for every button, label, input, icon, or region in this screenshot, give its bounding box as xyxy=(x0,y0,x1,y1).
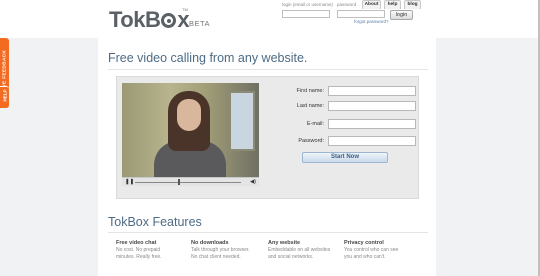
pause-icon[interactable]: ❚❚ xyxy=(125,179,134,185)
logo-eye-icon xyxy=(161,13,177,28)
first-name-input[interactable] xyxy=(328,86,416,96)
feature-description: minutes. Really free. xyxy=(116,254,162,260)
header: TokB x TM BETA login (email or username) … xyxy=(0,0,540,38)
login-button[interactable]: login xyxy=(390,10,413,20)
feature-description: and social networks. xyxy=(268,254,314,260)
logo-text-b: B xyxy=(144,7,161,32)
feature-description: No cost. No prepaid xyxy=(116,247,161,253)
feature-title: No downloads xyxy=(191,240,229,246)
feature-description: Embeddable on all websites xyxy=(268,247,331,253)
logo[interactable]: TokB x xyxy=(109,7,190,33)
feature-title: Free video chat xyxy=(116,240,157,246)
password-field-label: Password: xyxy=(298,138,324,144)
seek-bar[interactable] xyxy=(135,182,241,183)
help-tab-label: HELP xyxy=(2,89,8,102)
password-input[interactable] xyxy=(337,10,385,18)
tab-blog[interactable]: blog xyxy=(404,0,421,9)
feature-item: Free video chat No cost. No prepaid minu… xyxy=(116,240,186,261)
features-title: TokBox Features xyxy=(108,215,202,229)
page-headline: Free video calling from any website. xyxy=(108,51,308,65)
divider xyxy=(108,69,428,70)
feature-title: Privacy control xyxy=(344,240,384,246)
seek-handle[interactable] xyxy=(178,179,181,185)
tab-help[interactable]: help xyxy=(384,0,401,9)
video-frame-person-face xyxy=(177,99,201,131)
email-label: E-mail: xyxy=(306,121,324,127)
last-name-input[interactable] xyxy=(328,101,416,111)
logo-text-tok: Tok xyxy=(109,7,145,32)
features-divider xyxy=(108,232,428,233)
email-input[interactable] xyxy=(328,119,416,129)
feature-description: No chat client needed. xyxy=(191,254,241,260)
demo-video[interactable]: ❚❚ ◀) xyxy=(122,83,259,186)
feature-item: No downloads Talk through your browser. … xyxy=(191,240,261,261)
password-label: password xyxy=(337,2,357,7)
last-name-label: Last name: xyxy=(296,103,324,109)
video-controls: ❚❚ ◀) xyxy=(122,177,259,186)
username-input[interactable] xyxy=(282,10,330,18)
signup-password-input[interactable] xyxy=(328,136,416,146)
forgot-password-link[interactable]: forgot password? xyxy=(354,19,389,24)
username-label: login (email or username) xyxy=(282,2,334,7)
video-frame-window xyxy=(229,91,255,151)
feature-description: you and who can't. xyxy=(344,254,386,260)
trademark-mark: TM xyxy=(182,7,188,12)
tab-about[interactable]: About xyxy=(362,0,381,9)
feature-item: Privacy control You control who can see … xyxy=(344,240,414,261)
feature-description: You control who can see xyxy=(344,247,399,253)
feature-item: Any website Embeddable on all websites a… xyxy=(268,240,338,261)
speaker-icon[interactable]: ◀) xyxy=(250,179,256,185)
feature-title: Any website xyxy=(268,240,301,246)
start-now-button[interactable]: Start Now xyxy=(302,152,388,163)
feature-description: Talk through your browser. xyxy=(191,247,250,253)
beta-label: BETA xyxy=(189,19,211,28)
first-name-label: First name: xyxy=(296,88,324,94)
